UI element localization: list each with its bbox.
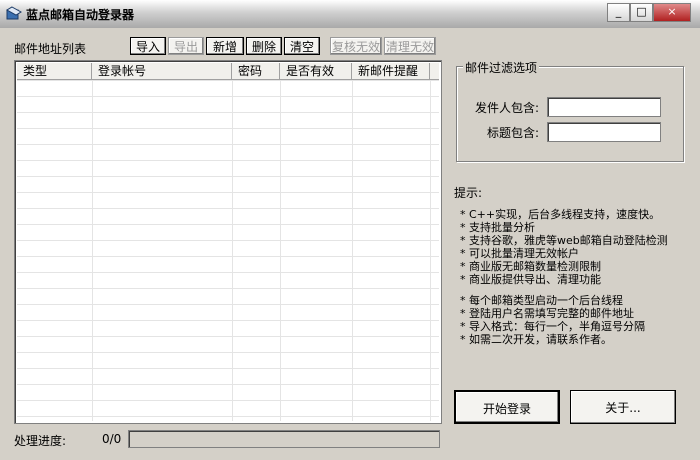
tip-line: * 导入格式：每行一个，半角逗号分隔 — [460, 320, 645, 333]
maximize-button[interactable]: □ — [630, 3, 653, 22]
clean-invalid-button[interactable]: 清理无效 — [384, 37, 436, 55]
minimize-button[interactable]: _ — [607, 3, 630, 22]
column-new-mail[interactable]: 新邮件提醒 — [352, 63, 430, 79]
tips-title: 提示: — [454, 186, 483, 200]
start-login-button[interactable]: 开始登录 — [454, 390, 560, 424]
add-button[interactable]: 新增 — [206, 37, 244, 55]
app-icon — [6, 6, 22, 20]
tip-line: * 商业版提供导出、清理功能 — [460, 273, 601, 286]
app-window: 蓝点邮箱自动登录器 _ □ × 邮件地址列表 导入 导出 新增 删除 清空 复核… — [0, 0, 700, 460]
column-type[interactable]: 类型 — [17, 63, 92, 79]
tip-line: * 可以批量清理无效帐户 — [460, 247, 579, 260]
column-account[interactable]: 登录帐号 — [92, 63, 232, 79]
tip-line: * 每个邮箱类型启动一个后台线程 — [460, 294, 623, 307]
tip-line: * 如需二次开发，请联系作者。 — [460, 333, 612, 346]
sender-input[interactable] — [547, 97, 661, 117]
list-rows[interactable] — [17, 80, 439, 421]
tip-line: * 登陆用户名需填写完整的邮件地址 — [460, 307, 634, 320]
tip-line: * 商业版无邮箱数量检测限制 — [460, 260, 601, 273]
tip-line: * 支持批量分析 — [460, 221, 535, 234]
tips-list-1: * C++实现，后台多线程支持，速度快。 * 支持批量分析 * 支持谷歌，雅虎等… — [460, 208, 668, 286]
clear-button[interactable]: 清空 — [284, 37, 320, 55]
sender-label: 发件人包含: — [475, 101, 540, 115]
progress-count: 0/0 — [102, 432, 122, 446]
tip-line: * C++实现，后台多线程支持，速度快。 — [460, 208, 661, 221]
grid-line — [92, 80, 93, 421]
list-header: 类型 登录帐号 密码 是否有效 新邮件提醒 — [17, 63, 439, 80]
grid-line — [430, 80, 431, 421]
list-title: 邮件地址列表 — [14, 42, 87, 56]
subject-label: 标题包含: — [487, 126, 540, 140]
grid-line — [280, 80, 281, 421]
column-password[interactable]: 密码 — [232, 63, 280, 79]
filter-group-title: 邮件过滤选项 — [463, 59, 540, 76]
subject-input[interactable] — [547, 122, 661, 142]
close-button[interactable]: × — [653, 3, 691, 22]
email-list[interactable]: 类型 登录帐号 密码 是否有效 新邮件提醒 — [14, 60, 442, 424]
filter-group: 邮件过滤选项 发件人包含: 标题包含: — [456, 59, 684, 162]
delete-button[interactable]: 删除 — [246, 37, 282, 55]
tips-list-2: * 每个邮箱类型启动一个后台线程 * 登陆用户名需填写完整的邮件地址 * 导入格… — [460, 294, 645, 346]
window-title: 蓝点邮箱自动登录器 — [26, 8, 135, 22]
grid-line — [232, 80, 233, 421]
import-button[interactable]: 导入 — [130, 37, 166, 55]
export-button[interactable]: 导出 — [168, 37, 204, 55]
progress-bar — [128, 430, 440, 448]
tip-line: * 支持谷歌，雅虎等web邮箱自动登陆检测 — [460, 234, 668, 247]
title-bar[interactable]: 蓝点邮箱自动登录器 _ □ × — [0, 0, 700, 28]
grid-line — [352, 80, 353, 421]
column-valid[interactable]: 是否有效 — [280, 63, 352, 79]
progress-label: 处理进度: — [14, 434, 67, 448]
recheck-invalid-button[interactable]: 复核无效 — [330, 37, 382, 55]
about-button[interactable]: 关于... — [570, 390, 676, 424]
